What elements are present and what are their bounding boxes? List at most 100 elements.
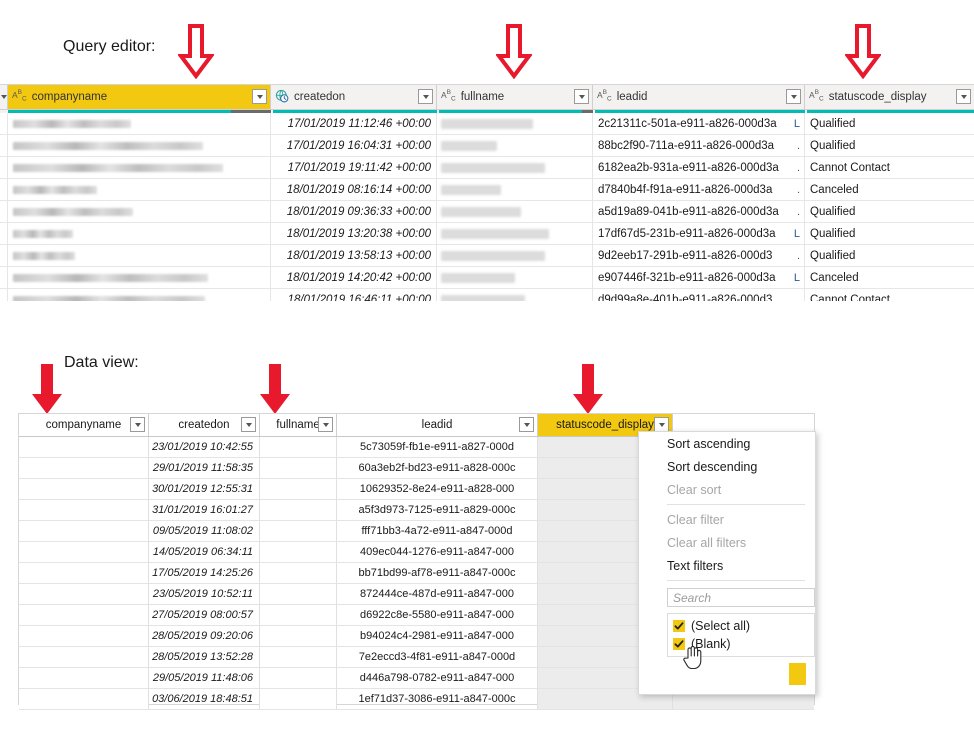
cell-createdon[interactable]: 18/01/2019 14:20:42 +00:00	[271, 267, 437, 288]
cell-createdon[interactable]: 23/01/2019 10:42:55	[149, 437, 260, 457]
cell-leadid[interactable]: 60a3eb2f-bd23-e911-a828-000c	[337, 458, 538, 478]
table-row[interactable]: 17/01/2019 16:04:31 +00:00 88bc2f90-711a-…	[0, 135, 974, 157]
cell-companyname[interactable]	[19, 605, 149, 625]
cell-companyname[interactable]	[8, 201, 271, 222]
menu-item-text-filters[interactable]: Text filters	[639, 554, 815, 577]
cell-companyname[interactable]	[8, 267, 271, 288]
filter-dropdown-menu[interactable]: Sort ascending Sort descending Clear sor…	[638, 431, 816, 695]
cell-fullname[interactable]	[260, 542, 337, 562]
cell-companyname[interactable]	[19, 542, 149, 562]
cell-leadid[interactable]: e907446f-321b-e911-a826-000d3a L	[593, 267, 805, 288]
cell-createdon[interactable]: 17/01/2019 19:11:42 +00:00	[271, 157, 437, 178]
cell-createdon[interactable]: 09/05/2019 11:08:02	[149, 521, 260, 541]
cell-createdon[interactable]: 18/01/2019 09:36:33 +00:00	[271, 201, 437, 222]
cell-createdon[interactable]: 18/01/2019 16:46:11 +00:00	[271, 289, 437, 301]
row-gutter[interactable]	[0, 267, 8, 288]
cell-leadid[interactable]: d9d99a8e-401b-e911-a826-000d3.	[593, 289, 805, 301]
cell-leadid[interactable]: bb71bd99-af78-e911-a847-000c	[337, 563, 538, 583]
qe-row-selector-header[interactable]	[0, 85, 8, 109]
filter-menu-items[interactable]: Sort ascending Sort descending Clear sor…	[639, 432, 815, 577]
cell-leadid[interactable]: 872444ce-487d-e911-a847-000	[337, 584, 538, 604]
cell-companyname[interactable]	[8, 245, 271, 266]
qe-filter-button-statuscode-display[interactable]	[956, 89, 971, 104]
dv-filter-button-createdon[interactable]	[241, 417, 256, 432]
table-row[interactable]: 17/01/2019 19:11:42 +00:00 6182ea2b-931a-…	[0, 157, 974, 179]
cell-leadid[interactable]: 88bc2f90-711a-e911-a826-000d3a.	[593, 135, 805, 156]
qe-filter-button-createdon[interactable]	[418, 89, 433, 104]
table-row[interactable]: 18/01/2019 08:16:14 +00:00 d7840b4f-f91a-…	[0, 179, 974, 201]
cell-statuscode-display[interactable]: Canceled	[805, 267, 974, 288]
cell-companyname[interactable]	[19, 437, 149, 457]
table-row[interactable]: 18/01/2019 09:36:33 +00:00 a5d19a89-041b-…	[0, 201, 974, 223]
cell-fullname[interactable]	[260, 500, 337, 520]
cell-statuscode-display[interactable]: Qualified	[805, 245, 974, 266]
cell-leadid[interactable]: 7e2eccd3-4f81-e911-a847-000d	[337, 647, 538, 667]
cell-leadid[interactable]: d6922c8e-5580-e911-a847-000	[337, 605, 538, 625]
cell-createdon[interactable]: 17/05/2019 14:25:26	[149, 563, 260, 583]
cell-fullname[interactable]	[260, 626, 337, 646]
cell-leadid[interactable]: d446a798-0782-e911-a847-000	[337, 668, 538, 688]
table-row[interactable]: 18/01/2019 16:46:11 +00:00 d9d99a8e-401b-…	[0, 289, 974, 301]
cell-createdon[interactable]: 14/05/2019 06:34:11	[149, 542, 260, 562]
dv-column-header-fullname[interactable]: fullname	[260, 414, 337, 436]
qe-column-header-leadid[interactable]: ABC leadid	[593, 85, 805, 109]
cell-leadid[interactable]: 10629352-8e24-e911-a828-000	[337, 479, 538, 499]
cell-companyname[interactable]	[8, 289, 271, 301]
menu-item-sort-descending[interactable]: Sort descending	[639, 455, 815, 478]
cell-fullname[interactable]	[437, 113, 593, 134]
cell-statuscode-display[interactable]: Qualified	[805, 201, 974, 222]
dv-column-header-companyname[interactable]: companyname	[19, 414, 149, 436]
cell-fullname[interactable]	[437, 179, 593, 200]
cell-createdon[interactable]: 03/06/2019 18:48:51	[149, 689, 260, 709]
cell-leadid[interactable]: a5f3d973-7125-e911-a829-000c	[337, 500, 538, 520]
cell-fullname[interactable]	[437, 135, 593, 156]
cell-fullname[interactable]	[260, 521, 337, 541]
cell-fullname[interactable]	[437, 267, 593, 288]
cell-companyname[interactable]	[8, 157, 271, 178]
row-gutter[interactable]	[0, 135, 8, 156]
filter-ok-button[interactable]	[789, 663, 806, 685]
cell-leadid[interactable]: 17df67d5-231b-e911-a826-000d3a L	[593, 223, 805, 244]
cell-companyname[interactable]	[8, 223, 271, 244]
cell-fullname[interactable]	[437, 223, 593, 244]
cell-leadid[interactable]: 5c73059f-fb1e-e911-a827-000d	[337, 437, 538, 457]
qe-filter-button-companyname[interactable]	[252, 89, 267, 104]
cell-companyname[interactable]	[8, 135, 271, 156]
table-row[interactable]: 17/01/2019 11:12:46 +00:00 2c21311c-501a-…	[0, 113, 974, 135]
dv-column-header-createdon[interactable]: createdon	[149, 414, 260, 436]
cell-leadid[interactable]: 1ef71d37-3086-e911-a847-000c	[337, 689, 538, 709]
cell-createdon[interactable]: 27/05/2019 08:00:57	[149, 605, 260, 625]
row-gutter[interactable]	[0, 201, 8, 222]
row-gutter[interactable]	[0, 157, 8, 178]
table-row[interactable]: 18/01/2019 14:20:42 +00:00 e907446f-321b-…	[0, 267, 974, 289]
cell-createdon[interactable]: 31/01/2019 16:01:27	[149, 500, 260, 520]
query-editor-body[interactable]: 17/01/2019 11:12:46 +00:00 2c21311c-501a-…	[0, 113, 974, 301]
cell-createdon[interactable]: 17/01/2019 11:12:46 +00:00	[271, 113, 437, 134]
cell-fullname[interactable]	[437, 289, 593, 301]
cell-fullname[interactable]	[437, 201, 593, 222]
cell-statuscode-display[interactable]: Qualified	[805, 223, 974, 244]
cell-companyname[interactable]	[19, 689, 149, 709]
cell-leadid[interactable]: 9d2eeb17-291b-e911-a826-000d3.	[593, 245, 805, 266]
cell-fullname[interactable]	[437, 245, 593, 266]
filter-option-select-all[interactable]: (Select all)	[668, 617, 814, 635]
cell-companyname[interactable]	[19, 668, 149, 688]
row-gutter[interactable]	[0, 113, 8, 134]
cell-statuscode-display[interactable]: Cannot Contact	[805, 157, 974, 178]
table-row[interactable]: 18/01/2019 13:20:38 +00:00 17df67d5-231b-…	[0, 223, 974, 245]
cell-leadid[interactable]: 6182ea2b-931a-e911-a826-000d3a.	[593, 157, 805, 178]
cell-fullname[interactable]	[260, 689, 337, 709]
qe-column-header-companyname[interactable]: ABC companyname	[8, 85, 271, 109]
cell-createdon[interactable]: 17/01/2019 16:04:31 +00:00	[271, 135, 437, 156]
dv-filter-button-companyname[interactable]	[130, 417, 145, 432]
cell-createdon[interactable]: 18/01/2019 13:58:13 +00:00	[271, 245, 437, 266]
cell-statuscode-display[interactable]: Qualified	[805, 135, 974, 156]
cell-companyname[interactable]	[19, 458, 149, 478]
cell-fullname[interactable]	[260, 605, 337, 625]
cell-companyname[interactable]	[19, 647, 149, 667]
menu-item-sort-ascending[interactable]: Sort ascending	[639, 432, 815, 455]
cell-leadid[interactable]: a5d19a89-041b-e911-a826-000d3a.	[593, 201, 805, 222]
dv-filter-button-statuscode-display[interactable]	[654, 417, 669, 432]
cell-statuscode-display[interactable]: Canceled	[805, 179, 974, 200]
cell-leadid[interactable]: 2c21311c-501a-e911-a826-000d3a L	[593, 113, 805, 134]
